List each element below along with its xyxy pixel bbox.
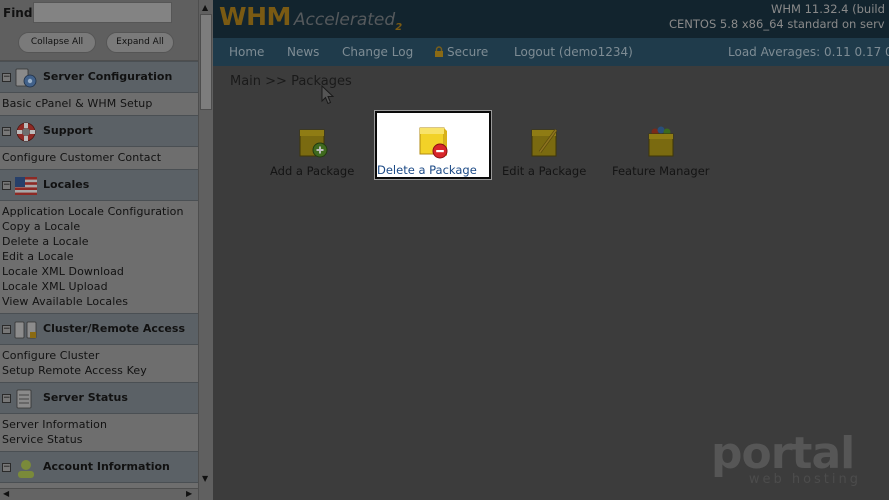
section-server-configuration[interactable]: − Server Configuration [0,61,198,93]
section-links: Basic cPanel & WHM Setup [0,93,198,115]
feature-manager-icon [648,126,674,157]
sidebar-link-service-status[interactable]: Service Status [2,432,198,447]
sidebar-vertical-scrollbar[interactable]: ▲ ▼ [198,0,213,500]
expand-all-button[interactable]: Expand All [106,32,174,53]
lock-icon [435,46,443,57]
section-title: Server Configuration [43,70,173,83]
scroll-left-arrow-icon[interactable]: ◀ [3,489,9,498]
sidebar-link-edit-locale[interactable]: Edit a Locale [2,249,198,264]
nav-news[interactable]: News [287,45,319,59]
delete-package-button[interactable]: Delete a Package [375,111,491,179]
scroll-thumb[interactable] [200,14,212,110]
server-status-icon [16,389,32,409]
lifebuoy-icon [16,122,36,142]
scroll-up-arrow-icon[interactable]: ▲ [202,3,208,12]
nav-logout[interactable]: Logout (demo1234) [514,45,633,59]
section-title: Locales [43,178,90,191]
whm-version: WHM 11.32.4 (build [771,2,885,16]
sidebar-link-remote-access-key[interactable]: Setup Remote Access Key [2,363,198,378]
mouse-cursor-icon [321,85,335,105]
collapse-toggle-icon[interactable]: − [2,181,11,190]
section-locales[interactable]: − Locales [0,169,198,201]
sidebar-horizontal-scrollbar[interactable]: ◀ ▶ [0,488,198,500]
top-header: WHM Accelerated2 WHM 11.32.4 (build CENTO… [213,0,889,38]
collapse-toggle-icon[interactable]: − [2,73,11,82]
sidebar-link-locale-xml-download[interactable]: Locale XML Download [2,264,198,279]
section-title: Cluster/Remote Access [43,322,185,335]
sidebar-link-customer-contact[interactable]: Configure Customer Contact [2,150,198,165]
section-title: Account Information [43,460,170,473]
watermark-text: portal [711,428,855,479]
section-links: Server Information Service Status [0,414,198,451]
server-config-icon [15,68,37,88]
section-support[interactable]: − Support [0,115,198,147]
cluster-icon [14,321,37,339]
nav-change-log[interactable]: Change Log [342,45,413,59]
feature-manager-label: Feature Manager [612,164,710,178]
collapse-toggle-icon[interactable]: − [2,394,11,403]
collapse-toggle-icon[interactable]: − [2,463,11,472]
sidebar-link-server-information[interactable]: Server Information [2,417,198,432]
collapse-all-button[interactable]: Collapse All [18,32,96,53]
section-server-status[interactable]: − Server Status [0,382,198,414]
section-title: Server Status [43,391,128,404]
section-account-information[interactable]: − Account Information [0,451,198,483]
sidebar-content: Find Collapse All Expand All − Server Co… [0,0,198,488]
find-bar: Find Collapse All Expand All [0,0,198,61]
edit-package-button[interactable]: Edit a Package [502,124,586,178]
scroll-right-arrow-icon[interactable]: ▶ [186,489,192,498]
nav-secure-label: Secure [447,45,489,59]
whm-logo[interactable]: WHM Accelerated2 [219,2,402,34]
collapse-toggle-icon[interactable]: − [2,127,11,136]
portal-watermark: portal web hosting [711,432,861,492]
edit-package-label: Edit a Package [502,164,587,178]
logo-sub-text: Accelerated [293,10,396,30]
nav-home[interactable]: Home [229,45,264,59]
sidebar-link-app-locale-config[interactable]: Application Locale Configuration [2,204,198,219]
package-add-icon [299,129,328,158]
sidebar-link-view-locales[interactable]: View Available Locales [2,294,198,309]
us-flag-icon [15,177,37,195]
os-info: CENTOS 5.8 x86_64 standard on serv [669,17,885,31]
logo-main-text: WHM [219,2,291,31]
section-links: Application Locale Configuration Copy a … [0,201,198,313]
sidebar-link-delete-locale[interactable]: Delete a Locale [2,234,198,249]
add-package-label: Add a Package [270,164,355,178]
sidebar-link-basic-setup[interactable]: Basic cPanel & WHM Setup [2,96,198,111]
server-info: WHM 11.32.4 (build CENTOS 5.8 x86_64 sta… [669,2,889,32]
section-cluster-remote-access[interactable]: − Cluster/Remote Access [0,313,198,345]
delete-package-label: Delete a Package [377,163,477,177]
section-links: Configure Customer Contact [0,147,198,169]
scroll-down-arrow-icon[interactable]: ▼ [202,474,208,483]
package-delete-icon [419,127,448,159]
section-links: Configure Cluster Setup Remote Access Ke… [0,345,198,382]
main-content: WHM Accelerated2 WHM 11.32.4 (build CENTO… [213,0,889,500]
sidebar: Find Collapse All Expand All − Server Co… [0,0,213,500]
sidebar-link-configure-cluster[interactable]: Configure Cluster [2,348,198,363]
logo-number: 2 [395,22,403,33]
sidebar-link-locale-xml-upload[interactable]: Locale XML Upload [2,279,198,294]
find-label: Find [3,6,33,20]
load-averages: Load Averages: 0.11 0.17 0 [728,45,889,59]
add-package-button[interactable]: Add a Package [270,124,354,178]
package-edit-icon [531,129,558,157]
account-info-icon [18,460,34,478]
collapse-toggle-icon[interactable]: − [2,325,11,334]
section-title: Support [43,124,93,137]
top-nav-bar: Home News Change Log Secure Logout (demo… [213,38,889,66]
sidebar-link-copy-locale[interactable]: Copy a Locale [2,219,198,234]
nav-secure[interactable]: Secure [434,45,488,59]
feature-manager-button[interactable]: Feature Manager [612,124,710,178]
find-input[interactable] [33,2,172,23]
